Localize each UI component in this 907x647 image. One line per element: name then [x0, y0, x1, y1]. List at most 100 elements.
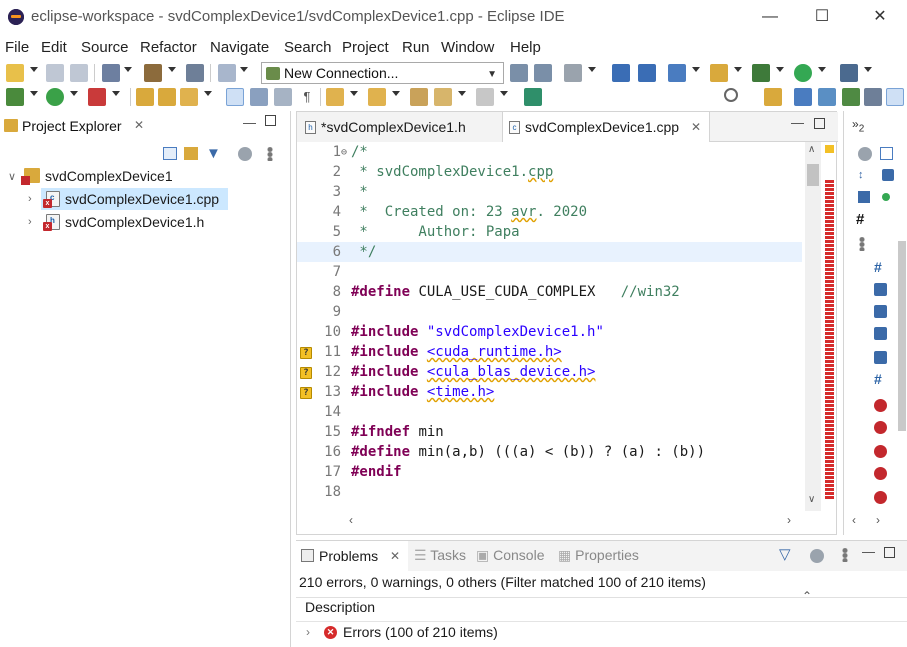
run-icon[interactable] — [46, 88, 64, 106]
error-overview-marker[interactable] — [825, 484, 834, 487]
error-overview-marker[interactable] — [825, 300, 834, 303]
error-overview-marker[interactable] — [825, 244, 834, 247]
tab-tasks[interactable]: ☰ Tasks — [414, 547, 466, 564]
minimize-view-icon[interactable]: — — [243, 115, 256, 130]
binary-icon[interactable] — [186, 64, 204, 82]
scroll-right-icon[interactable]: › — [787, 513, 791, 527]
chevron-right-icon[interactable]: › — [28, 193, 32, 205]
view-menu-icon[interactable] — [810, 549, 824, 563]
error-overview-marker[interactable] — [825, 468, 834, 471]
close-tab-icon[interactable]: ✕ — [134, 118, 144, 132]
error-overview-marker[interactable] — [825, 440, 834, 443]
show-whitespace-icon[interactable]: ¶ — [298, 88, 316, 106]
error-overview-marker[interactable] — [825, 252, 834, 255]
error-overview-marker[interactable] — [825, 352, 834, 355]
tab-console[interactable]: ▣ Console — [476, 547, 545, 564]
error-overview-marker[interactable] — [825, 460, 834, 463]
error-overview-marker[interactable] — [825, 212, 834, 215]
error-overview-marker[interactable] — [825, 472, 834, 475]
error-overview-marker[interactable] — [825, 476, 834, 479]
new-dropdown-icon[interactable] — [30, 67, 38, 72]
toggle-mark-icon[interactable] — [250, 88, 268, 106]
highlight-icon[interactable] — [226, 88, 244, 106]
forward-icon[interactable] — [476, 88, 494, 106]
error-overview-marker[interactable] — [825, 408, 834, 411]
chevron-right-icon[interactable]: › — [28, 216, 32, 228]
error-overview-marker[interactable] — [825, 368, 834, 371]
error-overview-marker[interactable] — [825, 220, 834, 223]
maximize-editor-icon[interactable] — [814, 118, 825, 129]
profile-dropdown-icon[interactable] — [112, 91, 120, 96]
profile-icon[interactable] — [88, 88, 106, 106]
more-icon[interactable] — [841, 548, 849, 562]
active-perspective-icon[interactable] — [886, 88, 904, 106]
overview-ruler[interactable] — [824, 142, 836, 511]
cpp-browsing-icon[interactable] — [818, 88, 836, 106]
server-dropdown-icon[interactable] — [588, 67, 596, 72]
hide-static-icon[interactable] — [858, 191, 870, 203]
new-icon[interactable] — [6, 64, 24, 82]
perspective-dropdown-icon[interactable] — [864, 67, 872, 72]
error-overview-marker[interactable] — [825, 344, 834, 347]
error-overview-marker[interactable] — [825, 372, 834, 375]
error-overview-marker[interactable] — [825, 272, 834, 275]
menu-help[interactable]: Help — [510, 39, 541, 56]
error-overview-marker[interactable] — [825, 232, 834, 235]
error-overview-marker[interactable] — [825, 428, 834, 431]
error-overview-marker[interactable] — [825, 448, 834, 451]
error-overview-marker[interactable] — [825, 204, 834, 207]
search-dropdown-icon[interactable] — [204, 91, 212, 96]
open-perspective-2-icon[interactable] — [764, 88, 782, 106]
error-overview-marker[interactable] — [825, 240, 834, 243]
back-icon[interactable] — [434, 88, 452, 106]
code-area[interactable]: ⊖ 1 /* 2 * svdComplexDevice1.cpp 3 * 4 *… — [297, 142, 802, 511]
error-overview-marker[interactable] — [825, 256, 834, 259]
block-selection-icon[interactable] — [274, 88, 292, 106]
back-dropdown-icon[interactable] — [458, 91, 466, 96]
error-overview-marker[interactable] — [825, 276, 834, 279]
scroll-thumb[interactable] — [807, 164, 819, 186]
scroll-left-icon[interactable]: ‹ — [852, 513, 856, 527]
error-overview-marker[interactable] — [825, 404, 834, 407]
sync-icon[interactable] — [218, 64, 236, 82]
error-overview-marker[interactable] — [825, 188, 834, 191]
error-overview-marker[interactable] — [825, 192, 834, 195]
error-overview-marker[interactable] — [825, 268, 834, 271]
error-overview-marker[interactable] — [825, 332, 834, 335]
tab-properties[interactable]: ▦ Properties — [558, 547, 639, 564]
outline-tab[interactable]: »2 — [852, 117, 864, 134]
error-overview-marker[interactable] — [825, 324, 834, 327]
new-class-icon[interactable] — [668, 64, 686, 82]
error-overview-marker[interactable] — [825, 336, 834, 339]
project-explorer-tab[interactable]: Project Explorer ✕ — [0, 111, 160, 141]
tree-item-cpp[interactable]: › cx svdComplexDevice1.cpp — [0, 188, 291, 210]
error-overview-marker[interactable] — [825, 376, 834, 379]
error-overview-marker[interactable] — [825, 420, 834, 423]
search-brush-icon[interactable] — [180, 88, 198, 106]
tree-item-h[interactable]: › hx svdComplexDevice1.h — [0, 211, 291, 233]
menu-source[interactable]: Source — [81, 39, 129, 56]
search-icon[interactable] — [724, 88, 738, 102]
open-type-icon[interactable] — [136, 88, 154, 106]
settings-dropdown-icon[interactable] — [124, 67, 132, 72]
menu-file[interactable]: File — [5, 39, 29, 56]
error-overview-marker[interactable] — [825, 380, 834, 383]
view-menu-icon[interactable] — [238, 147, 252, 161]
error-overview-marker[interactable] — [825, 480, 834, 483]
error-overview-marker[interactable] — [825, 216, 834, 219]
new-folder-icon[interactable] — [710, 64, 728, 82]
error-overview-marker[interactable] — [825, 248, 834, 251]
error-overview-marker[interactable] — [825, 320, 834, 323]
cpp-perspective-icon[interactable] — [794, 88, 812, 106]
error-overview-marker[interactable] — [825, 316, 834, 319]
collapse-icon[interactable] — [880, 147, 893, 160]
error-overview-marker[interactable] — [825, 416, 834, 419]
error-overview-marker[interactable] — [825, 436, 834, 439]
chevron-right-icon[interactable]: › — [306, 625, 310, 639]
run-config-dropdown-icon[interactable] — [818, 67, 826, 72]
build-hammer-icon[interactable] — [144, 64, 162, 82]
save-icon[interactable] — [46, 64, 64, 82]
error-overview-marker[interactable] — [825, 308, 834, 311]
view-menu-icon[interactable] — [858, 147, 872, 161]
error-overview-marker[interactable] — [825, 492, 834, 495]
